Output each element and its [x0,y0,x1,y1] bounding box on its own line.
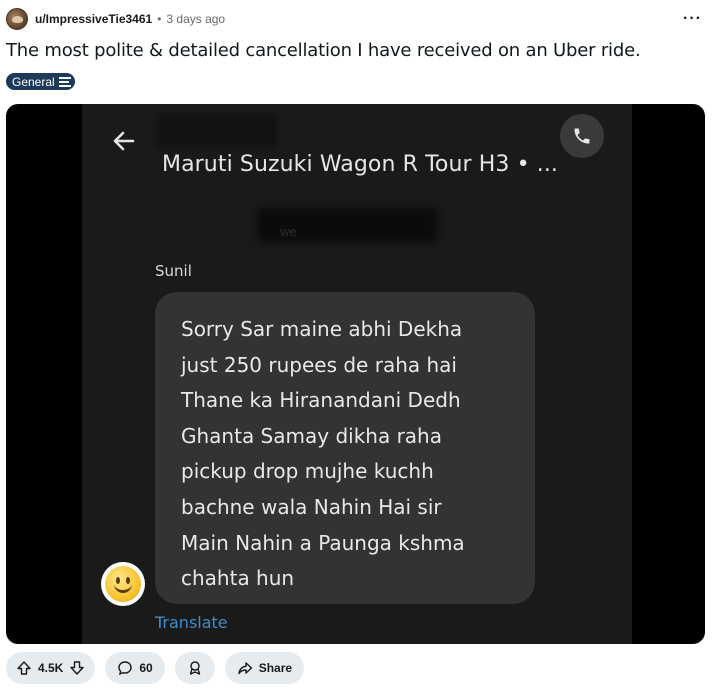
vote-count: 4.5K [38,661,64,675]
chat-screenshot: Maruti Suzuki Wagon R Tour H3 • ... we S… [82,104,632,644]
redacted-driver-name [157,114,277,148]
message-bubble: Sorry Sar maine abhi Dekha just 250 rupe… [155,292,535,604]
more-options-button[interactable]: ··· [683,11,702,27]
post-title[interactable]: The most polite & detailed cancellation … [6,40,692,61]
share-arrow-icon [238,662,252,675]
post-time: 3 days ago [166,12,226,26]
vehicle-name: Maruti Suzuki Wagon R Tour H3 • ... [162,152,559,177]
post-actions: 4.5K 60 Share [6,652,305,684]
comments-button[interactable]: 60 [105,652,165,684]
arrow-down-icon[interactable] [69,660,85,676]
translate-link: Translate [155,613,228,632]
message-line: just 250 rupees de raha hai [181,352,457,377]
message-line: Main Nahin a Paunga kshma [181,530,465,555]
flair-label: General [12,74,55,89]
message-line: bachne wala Nahin Hai sir [181,494,442,519]
user-avatar[interactable] [6,8,28,30]
arrow-left-icon [113,131,135,151]
message-line: Thane ka Hiranandani Dedh [181,388,461,413]
smiley-emoji-icon [101,562,145,606]
award-icon [189,661,200,675]
username-link[interactable]: u/ImpressiveTie3461 [35,12,152,26]
call-button [560,114,604,158]
meta-separator: • [157,12,162,26]
message-line: pickup drop mujhe kuchh [181,459,434,484]
message-line: Sorry Sar maine abhi Dekha [181,317,463,341]
flair-lines-icon [58,76,71,87]
phone-icon [574,128,590,144]
comment-bubble-icon [118,661,133,676]
post-header: u/ImpressiveTie3461 • 3 days ago ··· [6,8,706,30]
redacted-fragment: we [280,224,297,239]
message-line: chahta hun [181,566,295,591]
post-image[interactable]: Maruti Suzuki Wagon R Tour H3 • ... we S… [6,104,705,644]
sender-name: Sunil [155,262,192,280]
comment-count: 60 [139,661,153,675]
share-button[interactable]: Share [224,652,305,684]
award-button[interactable] [174,652,215,684]
share-label: Share [258,661,293,675]
arrow-up-icon[interactable] [16,660,32,676]
vote-group: 4.5K [6,652,96,684]
post-flair[interactable]: General [6,73,75,90]
message-line: Ghanta Samay dikha raha [181,423,442,448]
